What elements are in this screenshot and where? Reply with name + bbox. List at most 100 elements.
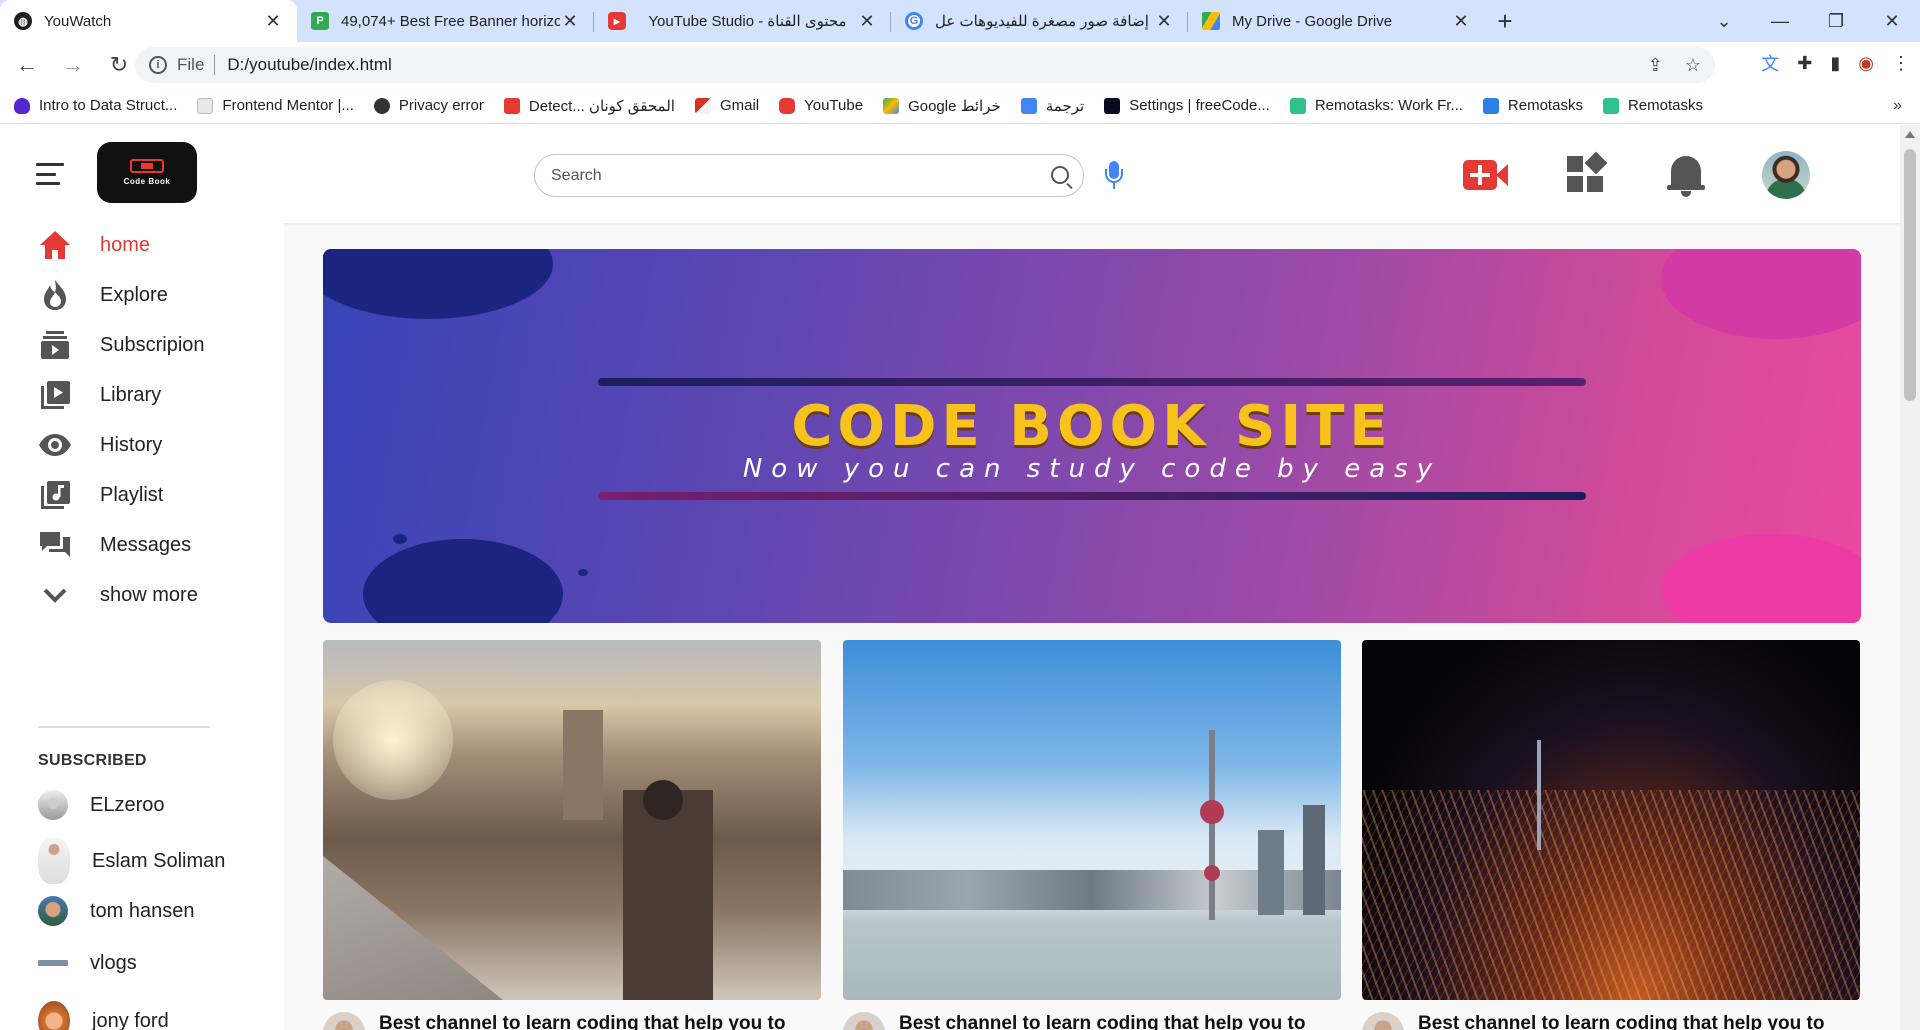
share-icon[interactable]: ⇪ [1648, 55, 1663, 76]
microphone-icon[interactable] [1104, 161, 1124, 191]
video-thumbnail[interactable] [843, 640, 1341, 1000]
minimize-icon[interactable]: — [1752, 0, 1808, 42]
sidebar-item-explore[interactable]: Explore [38, 275, 268, 315]
forward-icon[interactable]: → [54, 46, 92, 84]
channel-avatar[interactable] [323, 1012, 365, 1030]
address-bar[interactable]: i File D:/youtube/index.html ⇪ ☆ [135, 47, 1715, 83]
video-card[interactable]: Best channel to learn coding that help y… [1362, 640, 1860, 1030]
url-text[interactable]: D:/youtube/index.html [227, 55, 391, 75]
bookmark-item[interactable]: Detect... المحقق كونان [503, 97, 675, 115]
sidebar-item-show-more[interactable]: show more [38, 575, 268, 615]
bookmark-item[interactable]: ترجمة [1020, 97, 1084, 115]
sidebar: home Explore Subscripion Library History [0, 223, 284, 1030]
back-icon[interactable]: ← [8, 46, 46, 84]
video-title[interactable]: Best channel to learn coding that help y… [379, 1012, 785, 1030]
subscriptions-icon [38, 328, 72, 362]
video-card[interactable]: Best channel to learn coding that help y… [323, 640, 821, 1030]
video-card[interactable]: Best channel to learn coding that help y… [843, 640, 1341, 1030]
tab-search-icon[interactable]: ⌄ [1696, 0, 1752, 42]
video-thumbnail[interactable] [323, 640, 821, 1000]
tab-title: YouTube Studio - محتوى القناة [648, 13, 847, 30]
bookmark-item[interactable]: Privacy error [373, 97, 484, 114]
close-tab-icon[interactable]: ✕ [857, 11, 877, 32]
tab-strip: ◍ YouWatch ✕ P 49,074+ Best Free Banner … [0, 0, 1920, 42]
bookmark-item[interactable]: Remotasks [1482, 97, 1583, 114]
bookmark-item[interactable]: Gmail [694, 97, 759, 114]
tab-banner-search[interactable]: P 49,074+ Best Free Banner horizon ✕ [297, 0, 594, 42]
restore-icon[interactable]: ❐ [1808, 0, 1864, 42]
tab-youwatch[interactable]: ◍ YouWatch ✕ [0, 0, 297, 42]
sidebar-item-history[interactable]: History [38, 425, 268, 465]
fire-icon [38, 278, 72, 312]
remotasks-icon [1482, 97, 1499, 114]
tab-google-search[interactable]: G إضافة صور مصغرة للفيديوهات عل ✕ [891, 0, 1188, 42]
close-window-icon[interactable]: ✕ [1864, 0, 1920, 42]
subscription-item[interactable]: tom hansen [38, 896, 195, 926]
user-avatar[interactable] [1762, 151, 1810, 199]
bookmark-item[interactable]: Google خرائط [883, 97, 1001, 115]
site-header: Code Book [0, 125, 1900, 223]
hero-banner[interactable]: CODE BOOK SITE Now you can study code by… [323, 249, 1861, 623]
search-input[interactable] [551, 166, 1011, 185]
gmail-icon [694, 97, 711, 114]
reload-icon[interactable]: ↻ [100, 46, 138, 84]
bookmark-item[interactable]: Remotasks [1602, 97, 1703, 114]
sidebar-divider [38, 726, 210, 728]
scrollbar-thumb[interactable] [1904, 149, 1916, 401]
bookmark-item[interactable]: Intro to Data Struct... [14, 97, 177, 114]
google-icon: G [905, 12, 923, 30]
notifications-bell-icon[interactable] [1665, 152, 1713, 200]
close-tab-icon[interactable]: ✕ [560, 11, 580, 32]
bookmark-star-icon[interactable]: ☆ [1685, 55, 1701, 76]
create-video-icon[interactable] [1461, 152, 1509, 200]
hamburger-menu-icon[interactable] [36, 163, 64, 185]
channel-avatar [38, 948, 68, 978]
profile-icon[interactable]: ◉ [1858, 53, 1874, 74]
translate-extension-icon[interactable]: 文 [1761, 50, 1779, 76]
video-title[interactable]: Best channel to learn coding that help y… [899, 1012, 1305, 1030]
extensions-puzzle-icon[interactable]: ✚ [1797, 53, 1812, 74]
sidebar-item-playlist[interactable]: Playlist [38, 475, 268, 515]
info-icon[interactable]: i [149, 56, 167, 74]
new-tab-button[interactable]: + [1485, 0, 1525, 42]
close-tab-icon[interactable]: ✕ [1154, 11, 1174, 32]
search-icon[interactable] [1051, 166, 1069, 184]
subscription-item[interactable]: Eslam Soliman [38, 838, 225, 884]
menu-kebab-icon[interactable]: ⋮ [1892, 53, 1910, 74]
bookmark-item[interactable]: Frontend Mentor |... [197, 97, 354, 114]
logo-mark-icon [130, 159, 164, 173]
video-title[interactable]: Best channel to learn coding that help y… [1418, 1012, 1824, 1030]
page-viewport: Code Book home Exp [0, 125, 1900, 1030]
bookmark-item[interactable]: Settings | freeCode... [1104, 97, 1270, 114]
tab-title: إضافة صور مصغرة للفيديوهات عل [935, 13, 1149, 30]
subscription-item[interactable]: jony ford [38, 1001, 169, 1030]
channel-avatar[interactable] [843, 1012, 885, 1030]
site-logo[interactable]: Code Book [97, 142, 197, 203]
bookmark-item[interactable]: Remotasks: Work Fr... [1289, 97, 1463, 114]
globe-icon: ◍ [14, 12, 32, 30]
side-panel-icon[interactable]: ▮ [1830, 53, 1840, 74]
youtube-icon: ▶ [608, 12, 626, 30]
bookmark-item[interactable]: YouTube [779, 97, 863, 114]
sidebar-item-library[interactable]: Library [38, 375, 268, 415]
close-tab-icon[interactable]: ✕ [263, 11, 283, 32]
sidebar-item-home[interactable]: home [38, 225, 268, 265]
sidebar-item-messages[interactable]: Messages [38, 525, 268, 565]
more-bookmarks-icon[interactable]: » [1893, 97, 1902, 115]
subscription-item[interactable]: ELzeroo [38, 790, 165, 820]
maps-icon [883, 97, 900, 114]
sidebar-item-subscriptions[interactable]: Subscripion [38, 325, 268, 365]
tab-google-drive[interactable]: My Drive - Google Drive ✕ [1188, 0, 1485, 42]
tab-title: 49,074+ Best Free Banner horizon [341, 12, 560, 30]
apps-grid-icon[interactable] [1565, 151, 1613, 200]
close-tab-icon[interactable]: ✕ [1451, 11, 1471, 32]
playlist-icon [38, 478, 72, 512]
subscription-item[interactable]: vlogs [38, 948, 137, 978]
tab-youtube-studio[interactable]: ▶ YouTube Studio - محتوى القناة ✕ [594, 0, 891, 42]
page-scrollbar[interactable] [1900, 125, 1920, 1030]
tab-title: YouWatch [44, 12, 112, 30]
video-thumbnail[interactable] [1362, 640, 1860, 1000]
banner-subtitle: Now you can study code by easy [742, 454, 1442, 484]
scroll-up-icon[interactable] [1905, 131, 1915, 138]
channel-avatar[interactable] [1362, 1012, 1404, 1030]
